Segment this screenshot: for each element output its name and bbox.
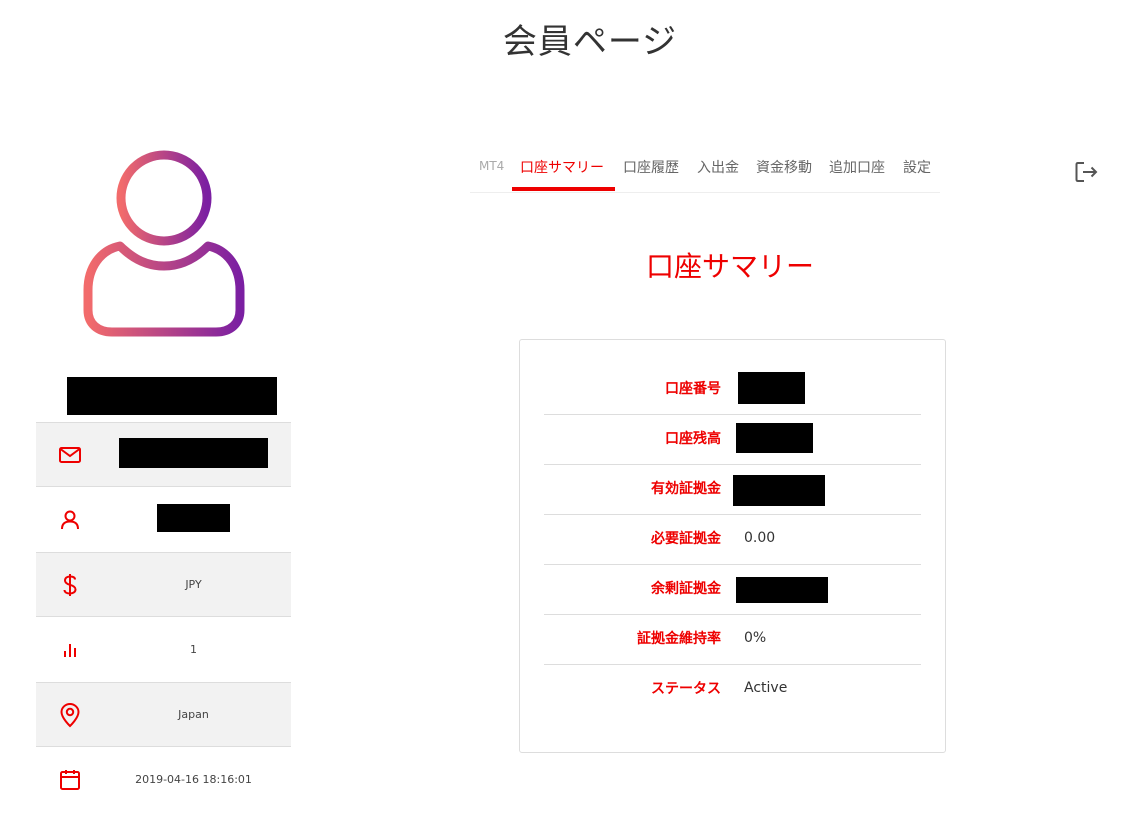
summary-row-equity: 有効証拠金 [544, 464, 921, 515]
country-value: Japan [178, 708, 209, 721]
summary-row-free-margin: 余剰証拠金 [544, 564, 921, 615]
page-title: 会員ページ [502, 22, 678, 62]
redacted-account-number [738, 372, 805, 404]
info-row-country: Japan [36, 682, 291, 747]
redacted-username [157, 504, 230, 532]
account-count-value: 1 [190, 643, 197, 656]
bar-chart-icon [64, 643, 76, 657]
summary-label: 口座番号 [665, 381, 721, 397]
summary-label: 必要証拠金 [651, 531, 721, 547]
summary-row-status: ステータス Active [544, 664, 921, 714]
tab-additional-account[interactable]: 追加口座 [829, 157, 885, 177]
summary-label: 余剰証拠金 [651, 581, 721, 597]
summary-row-required-margin: 必要証拠金 0.00 [544, 514, 921, 565]
tab-mt4[interactable]: MT4 [479, 159, 504, 173]
summary-label: 有効証拠金 [651, 481, 721, 497]
info-row-email [36, 422, 291, 487]
tab-deposit-withdrawal[interactable]: 入出金 [697, 157, 739, 177]
tab-account-history[interactable]: 口座履歴 [623, 157, 679, 177]
dollar-icon [63, 573, 77, 596]
info-row-currency: JPY [36, 552, 291, 617]
summary-label: ステータス [651, 681, 721, 697]
summary-label: 口座残高 [665, 431, 721, 447]
info-row-user [36, 487, 291, 552]
info-row-registered: 2019-04-16 18:16:01 [36, 747, 291, 812]
active-tab-indicator [512, 187, 615, 191]
redacted-user-name [67, 377, 277, 415]
avatar-icon [83, 150, 245, 337]
summary-row-balance: 口座残高 [544, 414, 921, 465]
account-tabs: MT4 口座サマリー 口座履歴 入出金 資金移動 追加口座 設定 [470, 150, 940, 193]
summary-label: 証拠金維持率 [637, 631, 721, 647]
tab-fund-transfer[interactable]: 資金移動 [756, 157, 812, 177]
mail-icon [59, 446, 81, 463]
currency-value: JPY [185, 578, 202, 591]
calendar-icon [60, 769, 80, 790]
user-icon [61, 510, 79, 529]
tab-settings[interactable]: 設定 [903, 157, 931, 177]
redacted-free-margin [736, 577, 828, 603]
summary-row-account-number: 口座番号 [544, 364, 921, 415]
profile-info-list: JPY 1 Japan 2019-04-16 18:16:01 [36, 422, 291, 812]
section-title: 口座サマリー [645, 250, 814, 283]
redacted-email [119, 438, 268, 468]
summary-value: 0.00 [744, 530, 776, 546]
account-summary-card: 口座番号 口座残高 有効証拠金 必要証拠金 0.00 余剰証拠金 証拠金維持率 … [519, 339, 946, 753]
info-row-accounts: 1 [36, 617, 291, 682]
summary-row-margin-level: 証拠金維持率 0% [544, 614, 921, 665]
redacted-equity [733, 475, 825, 506]
location-pin-icon [60, 702, 80, 727]
redacted-balance [736, 423, 813, 453]
registered-date-value: 2019-04-16 18:16:01 [135, 773, 252, 786]
summary-value: 0% [744, 630, 767, 646]
tab-account-summary[interactable]: 口座サマリー [520, 157, 604, 177]
summary-value: Active [744, 680, 788, 696]
logout-icon[interactable] [1073, 159, 1099, 185]
